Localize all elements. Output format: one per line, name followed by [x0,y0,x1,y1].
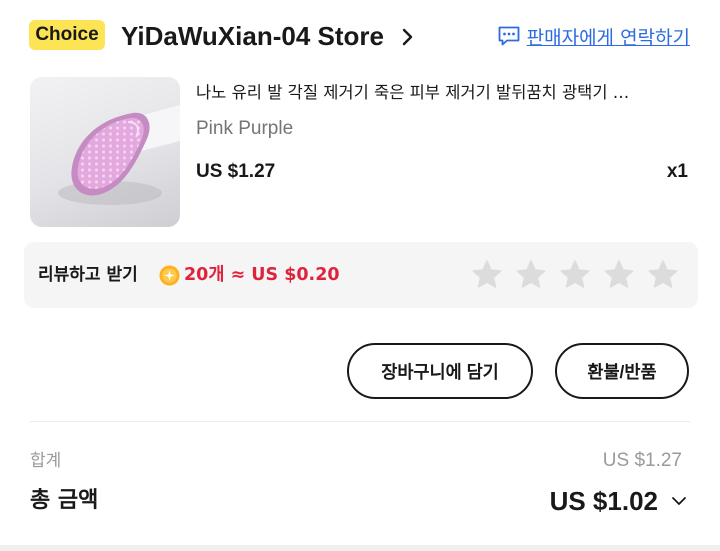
review-reward-amount: 20개 ≈ US $0.20 [184,265,340,285]
bottom-separator [0,545,720,551]
product-quantity: x1 [666,161,688,182]
chevron-down-icon[interactable] [670,492,688,510]
total-value[interactable]: US $1.02 [550,484,658,518]
add-to-cart-button[interactable]: 장바구니에 담기 [347,343,533,399]
product-image[interactable] [30,77,180,227]
store-header: Choice YiDaWuXian-04 Store 판매자에게 연락하기 [0,0,720,72]
store-name-link[interactable]: YiDaWuXian-04 Store [121,19,384,53]
subtotal-value: US $1.27 [602,450,682,471]
star-icon[interactable] [647,259,679,291]
choice-badge: Choice [29,20,105,50]
product-price: US $1.27 [196,161,276,182]
chevron-right-icon[interactable] [400,26,416,48]
contact-seller-link[interactable]: 판매자에게 연락하기 [497,21,690,51]
refund-return-button[interactable]: 환불/반품 [555,343,689,399]
contact-seller-label: 판매자에게 연락하기 [526,26,690,49]
review-reward-box[interactable]: 리뷰하고 받기 20개 ≈ US $0.20 [24,242,698,308]
star-icon[interactable] [559,259,591,291]
product-variant: Pink Purple [196,118,294,139]
review-label: 리뷰하고 받기 [38,265,138,285]
subtotal-label: 합계 [30,451,62,471]
star-icon[interactable] [471,259,503,291]
chat-icon [498,26,520,46]
total-label: 총 금액 [30,488,99,513]
coin-icon [159,265,180,286]
order-item[interactable]: 나노 유리 발 각질 제거기 죽은 피부 제거기 발뒤꿈치 광택기 … Pink… [30,77,692,227]
product-title[interactable]: 나노 유리 발 각질 제거기 죽은 피부 제거기 발뒤꿈치 광택기 … [196,81,692,105]
star-icon[interactable] [515,259,547,291]
rating-stars[interactable] [471,259,691,291]
divider [30,421,690,422]
star-icon[interactable] [603,259,635,291]
foot-file-image [58,105,180,205]
